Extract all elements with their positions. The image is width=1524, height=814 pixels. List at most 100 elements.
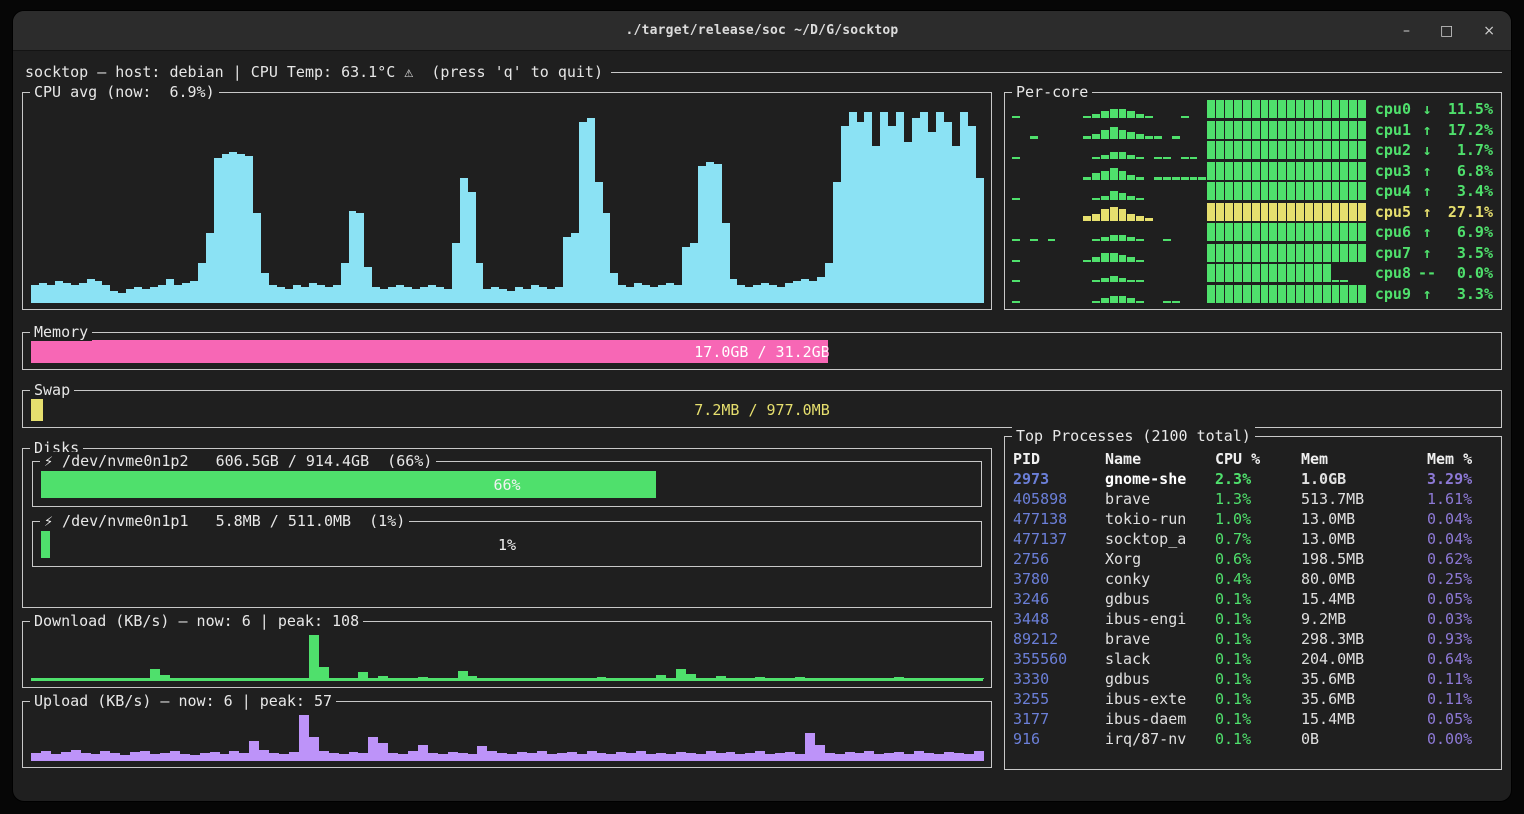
- process-row[interactable]: 355560slack0.1%204.0MB0.64%: [1013, 649, 1495, 669]
- process-pid: 916: [1013, 730, 1105, 748]
- bar: [1234, 182, 1242, 200]
- bar: [1092, 173, 1100, 180]
- bar: [1012, 116, 1020, 118]
- bar: [150, 287, 158, 303]
- process-mem-percent: 0.03%: [1427, 610, 1495, 628]
- process-pid: 3177: [1013, 710, 1105, 728]
- column-header[interactable]: Name: [1105, 450, 1215, 468]
- column-header[interactable]: PID: [1013, 450, 1105, 468]
- trend-arrow-icon: ↑: [1417, 223, 1437, 241]
- process-row[interactable]: 3255ibus-exte0.1%35.6MB0.11%: [1013, 689, 1495, 709]
- process-row[interactable]: 2756Xorg0.6%198.5MB0.62%: [1013, 549, 1495, 569]
- bar: [51, 754, 61, 761]
- process-mem-percent: 0.62%: [1427, 550, 1495, 568]
- bar: [1243, 203, 1251, 221]
- trend-arrow-icon: --: [1417, 264, 1437, 282]
- core-row: cpu6↑6.9%: [1012, 223, 1493, 241]
- bar: [1349, 162, 1357, 180]
- bar: [815, 745, 825, 761]
- bar: [1269, 121, 1277, 139]
- process-name: socktop_a: [1105, 530, 1215, 548]
- process-row[interactable]: 2973gnome-she2.3%1.0GB3.29%: [1013, 469, 1495, 489]
- process-mem-percent: 1.61%: [1427, 490, 1495, 508]
- bar: [1127, 257, 1135, 262]
- process-row[interactable]: 3780conky0.4%80.0MB0.25%: [1013, 569, 1495, 589]
- bar: [1048, 239, 1056, 241]
- bar: [1225, 121, 1233, 139]
- process-row[interactable]: 3448ibus-engi0.1%9.2MB0.03%: [1013, 609, 1495, 629]
- bar: [769, 285, 777, 303]
- core-sparkline: [1012, 285, 1367, 303]
- process-row[interactable]: 477138tokio-run1.0%13.0MB0.04%: [1013, 509, 1495, 529]
- bar: [1225, 141, 1233, 159]
- bar: [737, 285, 745, 303]
- bar: [924, 753, 934, 761]
- bar: [158, 285, 166, 303]
- bar: [1216, 121, 1224, 139]
- bar: [200, 753, 210, 761]
- titlebar[interactable]: ./target/release/soc ~/D/G/socktop – □ ×: [13, 11, 1511, 51]
- maximize-button[interactable]: □: [1440, 24, 1453, 38]
- bar: [765, 678, 775, 679]
- bar: [793, 281, 801, 303]
- bar: [71, 285, 79, 303]
- bar: [1252, 141, 1260, 159]
- bar: [100, 678, 110, 679]
- bar: [190, 678, 200, 679]
- bar: [1296, 162, 1304, 180]
- bar: [497, 753, 507, 761]
- column-header[interactable]: CPU %: [1215, 450, 1301, 468]
- process-cpu: 0.1%: [1215, 630, 1301, 648]
- bar: [914, 678, 924, 679]
- bar: [587, 678, 597, 679]
- bar: [527, 678, 537, 679]
- bar: [1110, 207, 1118, 221]
- bar: [960, 112, 968, 303]
- bar: [567, 678, 577, 679]
- process-row[interactable]: 3246gdbus0.1%15.4MB0.05%: [1013, 589, 1495, 609]
- bar: [579, 122, 587, 303]
- bar: [341, 263, 349, 303]
- process-pid: 3448: [1013, 610, 1105, 628]
- column-header[interactable]: Mem %: [1427, 450, 1495, 468]
- bar: [1305, 264, 1313, 282]
- bar: [293, 285, 301, 303]
- column-header[interactable]: Mem: [1301, 450, 1427, 468]
- bar: [299, 715, 309, 761]
- process-mem: 513.7MB: [1301, 490, 1427, 508]
- bar: [1225, 285, 1233, 303]
- bar: [636, 751, 646, 761]
- process-row[interactable]: 916irq/87-nv0.1%0B0.00%: [1013, 729, 1495, 749]
- close-button[interactable]: ×: [1483, 24, 1495, 38]
- core-label: cpu4↑3.4%: [1375, 182, 1493, 200]
- window-title: ./target/release/soc ~/D/G/socktop: [626, 23, 899, 38]
- core-name: cpu0: [1375, 100, 1411, 118]
- process-row[interactable]: 3177ibus-daem0.1%15.4MB0.05%: [1013, 709, 1495, 729]
- minimize-button[interactable]: –: [1403, 24, 1410, 38]
- process-cpu: 0.1%: [1215, 690, 1301, 708]
- bar: [259, 678, 269, 679]
- process-mem: 13.0MB: [1301, 530, 1427, 548]
- bar: [170, 678, 180, 679]
- bar: [1012, 301, 1020, 303]
- process-name: ibus-daem: [1105, 710, 1215, 728]
- process-row[interactable]: 405898brave1.3%513.7MB1.61%: [1013, 489, 1495, 509]
- bar: [1127, 175, 1135, 180]
- bar: [904, 678, 914, 679]
- bar: [547, 678, 557, 679]
- bar: [952, 146, 960, 303]
- top-processes-panel: Top Processes (2100 total) PIDNameCPU %M…: [1004, 436, 1502, 770]
- process-row[interactable]: 3330gdbus0.1%35.6MB0.11%: [1013, 669, 1495, 689]
- disk-percent-label: 1%: [41, 531, 973, 558]
- bar: [1323, 285, 1331, 303]
- bar: [924, 678, 934, 679]
- process-pid: 477137: [1013, 530, 1105, 548]
- process-mem-percent: 0.05%: [1427, 590, 1495, 608]
- bar: [170, 751, 180, 761]
- bar: [1127, 111, 1135, 118]
- process-row[interactable]: 89212brave0.1%298.3MB0.93%: [1013, 629, 1495, 649]
- bar: [329, 753, 339, 761]
- core-percent: 0.0%: [1443, 264, 1493, 282]
- process-row[interactable]: 477137socktop_a0.7%13.0MB0.04%: [1013, 529, 1495, 549]
- bar: [1261, 244, 1269, 262]
